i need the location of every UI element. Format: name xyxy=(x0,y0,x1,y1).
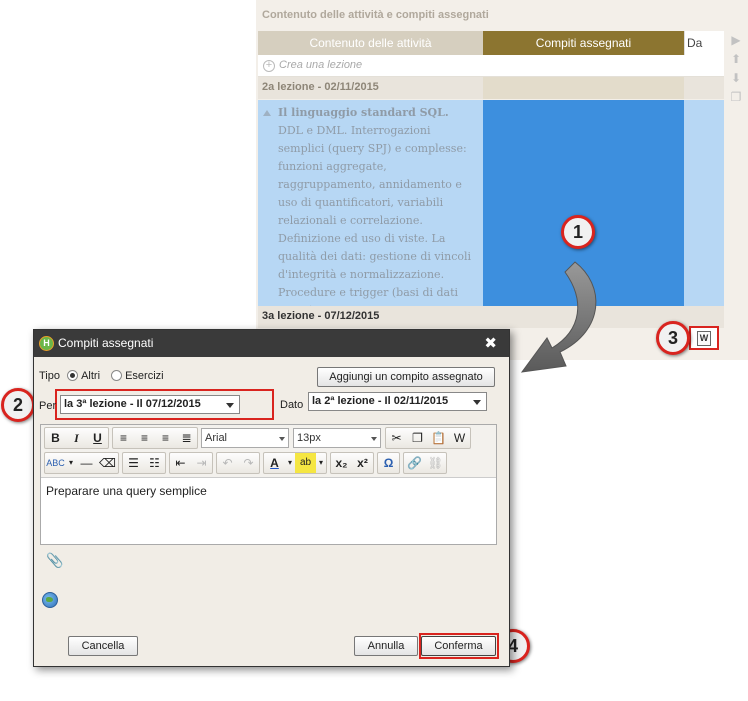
app-logo-icon: H xyxy=(39,336,54,351)
rich-text-editor: B I U ≡ ≡ ≡ ≣ Arial 13px ✂ ❐ 📋 W ABC ▾ —… xyxy=(40,424,497,545)
chevron-down-icon xyxy=(371,437,377,441)
editor-content-area[interactable]: Preparare una query semplice xyxy=(41,477,496,544)
radio-altri[interactable] xyxy=(67,370,79,381)
callout-1: 1 xyxy=(561,215,595,249)
spell-group: ABC ▾ — ⌫ xyxy=(44,452,119,474)
dato-select[interactable]: la 2ª lezione - Il 02/11/2015 xyxy=(308,392,487,411)
globe-icon[interactable] xyxy=(42,592,58,608)
chevron-down-icon xyxy=(279,437,285,441)
undo-icon[interactable]: ↶ xyxy=(217,453,238,473)
italic-button[interactable]: I xyxy=(66,428,87,448)
spellcheck-icon[interactable]: ABC xyxy=(45,453,66,473)
bullet-list-icon[interactable]: ☰ xyxy=(123,453,144,473)
history-group: ↶ ↷ xyxy=(216,452,260,474)
underline-button[interactable]: U xyxy=(87,428,108,448)
align-justify-icon[interactable]: ≣ xyxy=(176,428,197,448)
callout-3: 3 xyxy=(656,321,690,355)
font-family-value: Arial xyxy=(205,432,228,444)
special-char-group: Ω xyxy=(377,452,400,474)
font-size-select[interactable]: 13px xyxy=(293,428,381,448)
link-group: 🔗 ⛓ xyxy=(403,452,447,474)
dato-label: Dato xyxy=(280,399,304,411)
copy-icon[interactable]: ❐ xyxy=(407,428,428,448)
script-group: x₂ x² xyxy=(330,452,374,474)
align-group: ≡ ≡ ≡ ≣ xyxy=(112,427,198,449)
text-color-icon[interactable]: A xyxy=(264,453,285,473)
per-label: Per xyxy=(39,400,57,412)
radio-esercizi-label[interactable]: Esercizi xyxy=(125,370,164,382)
per-select[interactable]: la 3ª lezione - Il 07/12/2015 xyxy=(60,395,240,414)
dato-select-value: la 2ª lezione - Il 02/11/2015 xyxy=(312,395,449,407)
curved-arrow-shape xyxy=(520,261,597,373)
special-char-button[interactable]: Ω xyxy=(378,453,399,473)
highlight-color-icon[interactable]: ab xyxy=(295,453,316,473)
callout-2: 2 xyxy=(1,388,35,422)
link-icon[interactable]: 🔗 xyxy=(404,453,425,473)
subscript-button[interactable]: x₂ xyxy=(331,453,352,473)
screenshot-root: Contenuto delle attività e compiti asseg… xyxy=(0,0,748,701)
per-select-value: la 3ª lezione - Il 07/12/2015 xyxy=(64,398,201,410)
color-group: A ▾ ab ▾ xyxy=(263,452,327,474)
dialog-title: Compiti assegnati xyxy=(58,336,154,350)
cancel-button[interactable]: Annulla xyxy=(354,636,418,656)
align-left-icon[interactable]: ≡ xyxy=(113,428,134,448)
delete-button[interactable]: Cancella xyxy=(68,636,138,656)
clipboard-group: ✂ ❐ 📋 W xyxy=(385,427,471,449)
assigned-tasks-dialog: H Compiti assegnati ✖ Tipo Altri Eserciz… xyxy=(33,329,510,667)
numbered-list-icon[interactable]: ☷ xyxy=(144,453,165,473)
eraser-icon[interactable]: ⌫ xyxy=(97,453,118,473)
unlink-icon[interactable]: ⛓ xyxy=(425,453,446,473)
list-group: ☰ ☷ xyxy=(122,452,166,474)
paste-icon[interactable]: 📋 xyxy=(428,428,449,448)
radio-esercizi[interactable] xyxy=(111,370,123,381)
chevron-down-icon[interactable]: ▾ xyxy=(316,453,326,473)
format-group: B I U xyxy=(44,427,109,449)
editor-toolbar-row-1: B I U ≡ ≡ ≡ ≣ Arial 13px ✂ ❐ 📋 W xyxy=(44,427,474,449)
font-family-select[interactable]: Arial xyxy=(201,428,289,448)
editor-toolbar-row-2: ABC ▾ — ⌫ ☰ ☷ ⇤ ⇥ ↶ ↷ A ▾ ab ▾ x₂ x² Ω 🔗… xyxy=(44,452,450,474)
font-size-value: 13px xyxy=(297,432,321,444)
close-icon[interactable]: ✖ xyxy=(484,330,497,357)
cut-icon[interactable]: ✂ xyxy=(386,428,407,448)
outdent-icon[interactable]: ⇤ xyxy=(170,453,191,473)
radio-altri-label[interactable]: Altri xyxy=(81,370,100,382)
confirm-button[interactable]: Conferma xyxy=(421,636,496,656)
redo-icon[interactable]: ↷ xyxy=(238,453,259,473)
dialog-titlebar[interactable]: H Compiti assegnati ✖ xyxy=(34,330,509,357)
add-assignment-button[interactable]: Aggiungi un compito assegnato xyxy=(317,367,495,387)
paperclip-icon[interactable]: 📎 xyxy=(46,552,63,569)
horizontal-rule-icon[interactable]: — xyxy=(76,453,97,473)
type-label: Tipo xyxy=(39,370,60,382)
superscript-button[interactable]: x² xyxy=(352,453,373,473)
paste-word-icon[interactable]: W xyxy=(449,428,470,448)
type-row: Tipo Altri Esercizi xyxy=(39,370,164,382)
align-right-icon[interactable]: ≡ xyxy=(155,428,176,448)
indent-group: ⇤ ⇥ xyxy=(169,452,213,474)
chevron-down-icon[interactable]: ▾ xyxy=(285,453,295,473)
bold-button[interactable]: B xyxy=(45,428,66,448)
indent-icon[interactable]: ⇥ xyxy=(191,453,212,473)
align-center-icon[interactable]: ≡ xyxy=(134,428,155,448)
chevron-down-icon xyxy=(473,400,481,405)
chevron-down-icon[interactable]: ▾ xyxy=(66,453,76,473)
chevron-down-icon xyxy=(226,403,234,408)
